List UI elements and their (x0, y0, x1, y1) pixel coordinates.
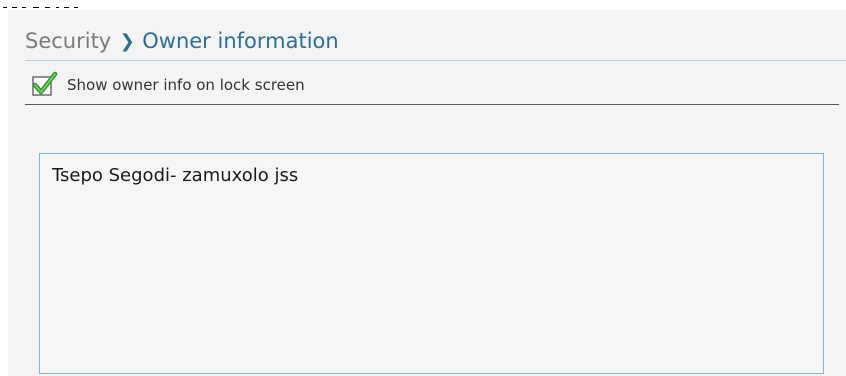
cropped-header-fragment (0, 0, 846, 8)
cropped-text-fragment (3, 7, 78, 8)
checkmark-icon (32, 71, 58, 96)
breadcrumb-parent-security[interactable]: Security (25, 29, 111, 53)
show-owner-info-option[interactable]: Show owner info on lock screen (30, 70, 305, 100)
option-divider (25, 104, 839, 105)
chevron-right-icon: ❯ (119, 30, 135, 52)
breadcrumb: Security ❯ Owner information (25, 26, 339, 56)
page-title: Owner information (142, 29, 339, 53)
owner-info-textarea[interactable]: Tsepo Segodi- zamuxolo jss (39, 153, 824, 374)
show-owner-info-checkbox[interactable] (30, 71, 58, 99)
header-divider (25, 60, 846, 61)
show-owner-info-label: Show owner info on lock screen (67, 76, 305, 94)
